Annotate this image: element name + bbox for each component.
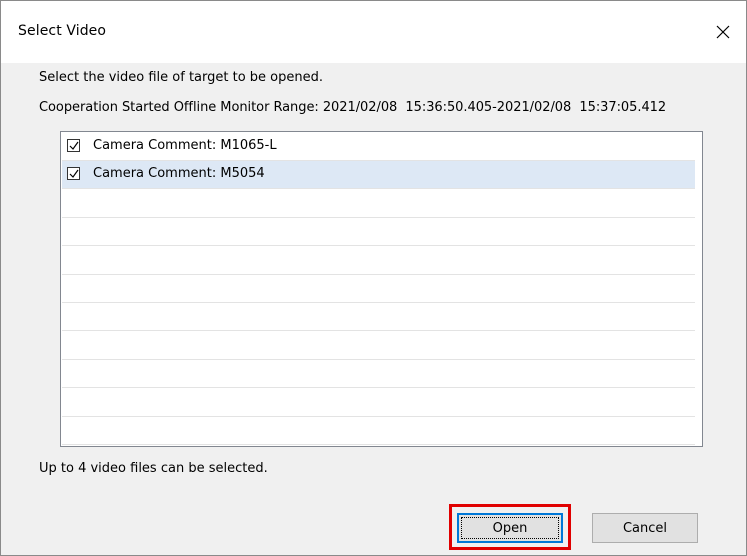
empty-row: [62, 247, 695, 275]
title-bar: Select Video: [1, 1, 746, 63]
empty-row: [62, 360, 695, 389]
empty-row: [62, 389, 695, 417]
monitor-range: Cooperation Started Offline Monitor Rang…: [39, 100, 666, 115]
list-item[interactable]: Camera Comment: M1065-L: [62, 133, 695, 161]
dialog-content: Select the video file of target to be op…: [1, 63, 746, 555]
list-item-label: Camera Comment: M1065-L: [93, 138, 277, 153]
empty-row: [62, 275, 695, 303]
empty-row: [62, 417, 695, 445]
empty-row: [62, 303, 695, 332]
close-icon: [716, 25, 730, 39]
empty-row: [62, 332, 695, 360]
select-video-dialog: Select Video Select the video file of ta…: [0, 0, 747, 556]
empty-row: [62, 218, 695, 247]
dialog-title: Select Video: [18, 23, 107, 39]
monitor-range-label: Cooperation Started Offline Monitor Rang…: [39, 100, 319, 115]
list-item[interactable]: Camera Comment: M5054: [62, 161, 695, 190]
checkbox[interactable]: [67, 139, 80, 152]
checkbox[interactable]: [67, 167, 80, 181]
empty-row: [62, 190, 695, 218]
checkmark-icon: [69, 170, 79, 179]
instruction-text: Select the video file of target to be op…: [39, 70, 323, 85]
cancel-button[interactable]: Cancel: [592, 513, 698, 543]
close-button[interactable]: [700, 11, 746, 53]
focus-outline: [461, 517, 559, 539]
list-item-label: Camera Comment: M5054: [93, 166, 265, 182]
monitor-range-value: 2021/02/08 15:36:50.405-2021/02/08 15:37…: [322, 100, 667, 115]
checkmark-icon: [69, 141, 79, 150]
open-button[interactable]: Open: [457, 513, 563, 543]
video-listbox[interactable]: Camera Comment: M1065-L Camera Comment: M…: [60, 131, 703, 447]
cancel-button-label: Cancel: [622, 520, 668, 536]
selection-limit-note: Up to 4 video files can be selected.: [39, 461, 268, 476]
